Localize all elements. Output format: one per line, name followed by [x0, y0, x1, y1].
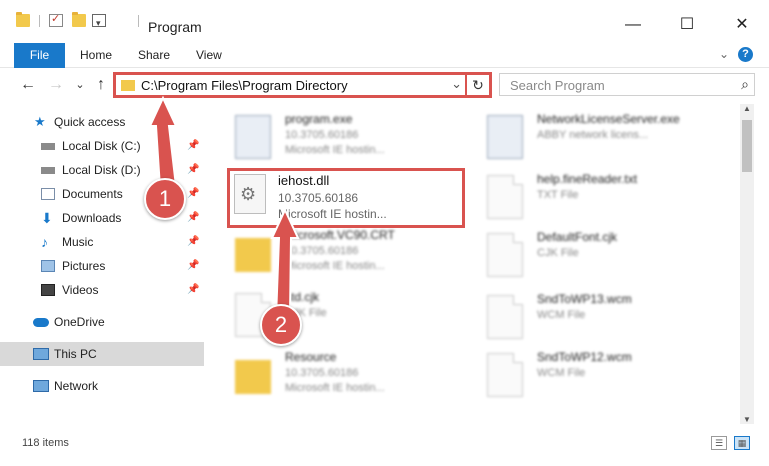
step-marker-2: 2 — [260, 304, 302, 346]
step-marker-1: 1 — [144, 178, 186, 220]
arrow-to-address-bar — [148, 95, 178, 190]
annotation-arrows — [148, 95, 300, 320]
arrow-to-iehost — [270, 207, 300, 320]
